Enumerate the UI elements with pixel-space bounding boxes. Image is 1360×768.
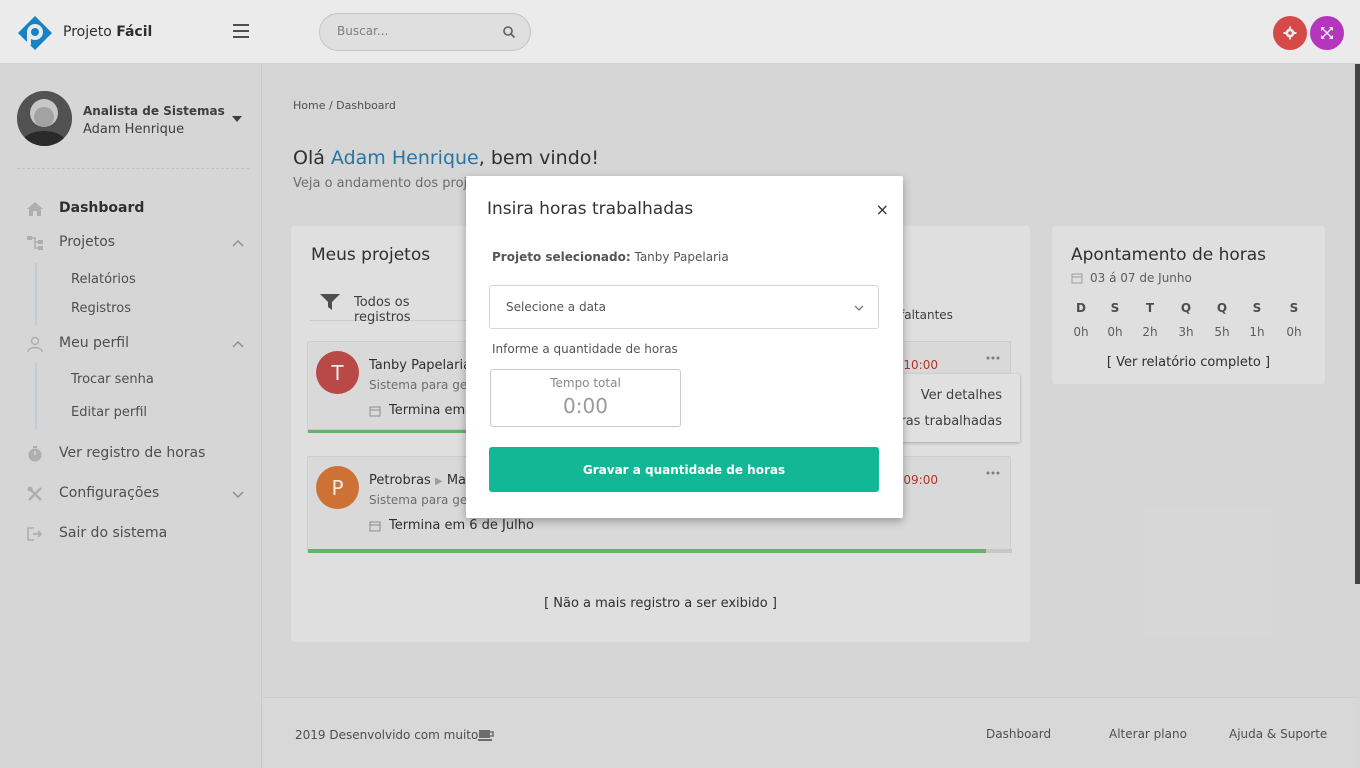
close-icon[interactable]: ×	[876, 200, 889, 219]
save-hours-button[interactable]: Gravar a quantidade de horas	[489, 447, 879, 492]
selected-project: Projeto selecionado: Tanby Papelaria	[492, 250, 729, 264]
time-input[interactable]	[491, 394, 680, 418]
quantity-label: Informe a quantidade de horas	[492, 342, 678, 356]
date-select-value: Selecione a data	[506, 300, 606, 314]
modal-title: Insira horas trabalhadas	[487, 199, 694, 219]
time-caption: Tempo total	[550, 376, 621, 390]
date-select[interactable]: Selecione a data	[489, 285, 879, 329]
time-field: Tempo total	[490, 369, 681, 427]
hours-modal: Insira horas trabalhadas × Projeto selec…	[466, 176, 903, 518]
chevron-down-icon	[854, 305, 864, 311]
